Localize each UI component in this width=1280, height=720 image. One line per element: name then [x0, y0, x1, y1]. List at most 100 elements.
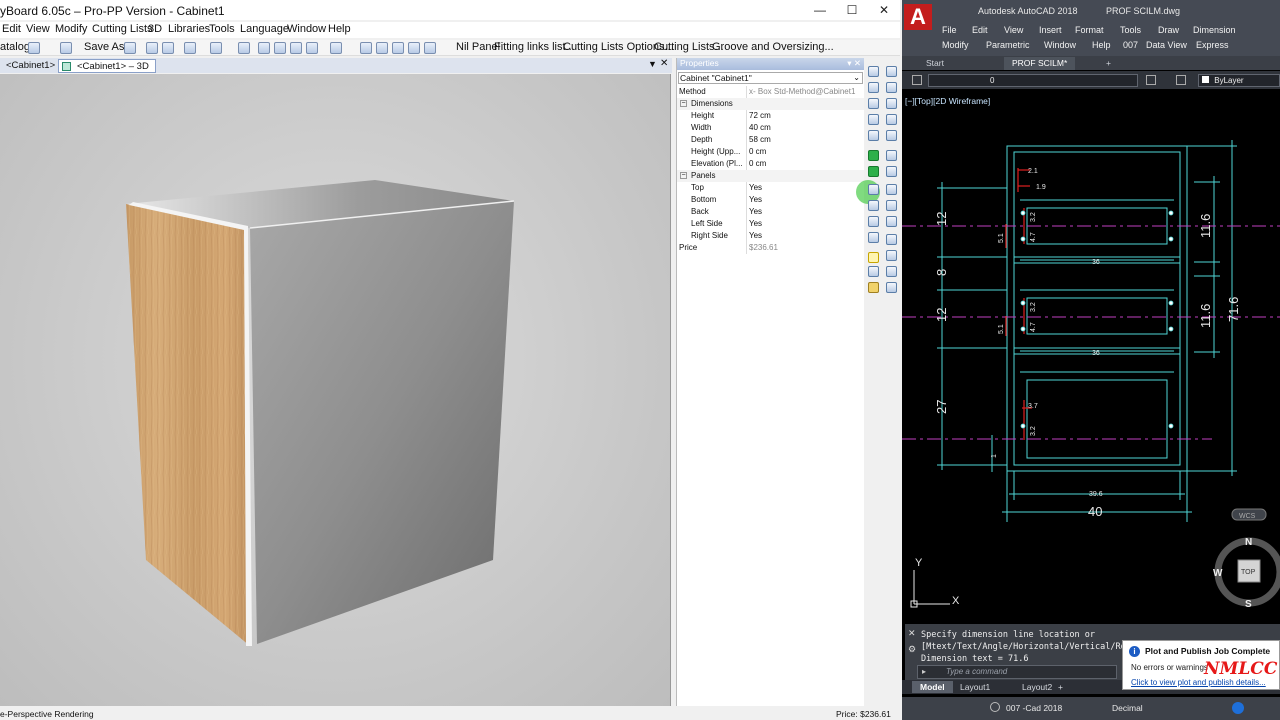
menu-draw[interactable]: Draw: [1158, 25, 1179, 35]
menu-dimension[interactable]: Dimension: [1193, 25, 1236, 35]
properties-controls[interactable]: ▾ ✕: [847, 58, 861, 69]
pan-hand-icon[interactable]: [424, 42, 436, 54]
panel-tool-icon[interactable]: [868, 82, 879, 93]
green-panel-icon[interactable]: [868, 166, 879, 177]
panel-tool-icon[interactable]: [886, 216, 897, 227]
property-row-left-side[interactable]: Left Side Yes: [677, 218, 864, 230]
maximize-button[interactable]: ☐: [836, 0, 868, 20]
status-units[interactable]: Decimal: [1112, 703, 1143, 713]
viewport-label[interactable]: [−][Top][2D Wireframe]: [905, 96, 990, 106]
property-row-height-upper[interactable]: Height (Upp... 0 cm: [677, 146, 864, 158]
panel-tool-icon[interactable]: [886, 150, 897, 161]
save-icon[interactable]: [124, 42, 136, 54]
command-input[interactable]: ▸ Type a command: [917, 665, 1117, 679]
groove-oversizing-button[interactable]: Groove and Oversizing...: [712, 41, 834, 53]
panel-tool-icon[interactable]: [886, 184, 897, 195]
menu-edit[interactable]: Edit: [972, 25, 988, 35]
property-row-depth[interactable]: Depth 58 cm: [677, 134, 864, 146]
panel-tool-icon[interactable]: [886, 66, 897, 77]
menu-window[interactable]: Window: [1044, 40, 1076, 50]
menu-view[interactable]: View: [1004, 25, 1023, 35]
menu-view[interactable]: View: [26, 23, 50, 35]
panel-tool-icon[interactable]: [868, 184, 879, 195]
property-row-method[interactable]: Method x- Box Std-Method@Cabinet1: [677, 86, 864, 98]
menu-file[interactable]: File: [942, 25, 957, 35]
undo-icon[interactable]: [184, 42, 196, 54]
status-scale[interactable]: 007 -Cad 2018: [1006, 703, 1062, 713]
wrench-icon[interactable]: ⚙: [908, 644, 916, 655]
panel-tool-icon[interactable]: [886, 130, 897, 141]
property-row-width[interactable]: Width 40 cm: [677, 122, 864, 134]
property-row-right-side[interactable]: Right Side Yes: [677, 230, 864, 242]
tab-dropdown-icon[interactable]: ▼: [648, 59, 657, 69]
panel-tool-icon[interactable]: [868, 66, 879, 77]
tab-layout1[interactable]: Layout1: [952, 681, 998, 693]
property-row-elevation[interactable]: Elevation (Pl... 0 cm: [677, 158, 864, 170]
info-icon[interactable]: [330, 42, 342, 54]
drawing-area[interactable]: 12 8 12 27 11.6 11.6 71.6 40 36 36 39.6 …: [902, 90, 1280, 620]
print-icon[interactable]: [146, 42, 158, 54]
collapse-icon[interactable]: −: [680, 100, 687, 107]
autocad-logo[interactable]: A: [904, 4, 932, 30]
cabinet-icon[interactable]: [290, 42, 302, 54]
panel-tool-icon[interactable]: [886, 166, 897, 177]
material-icon[interactable]: [868, 282, 879, 293]
menu-libraries[interactable]: Libraries: [168, 23, 210, 35]
panel-tool-icon[interactable]: [886, 200, 897, 211]
property-row-price[interactable]: Price $236.61: [677, 242, 864, 254]
menu-insert[interactable]: Insert: [1039, 25, 1062, 35]
menu-help[interactable]: Help: [1092, 40, 1111, 50]
green-panel-icon[interactable]: [868, 150, 879, 161]
menu-window[interactable]: Window: [287, 23, 326, 35]
cube-green-icon[interactable]: [258, 42, 270, 54]
panel-tool-icon[interactable]: [868, 130, 879, 141]
menu-express[interactable]: Express: [1196, 40, 1229, 50]
tab-add-icon[interactable]: +: [1098, 57, 1119, 70]
zoom-extents-icon[interactable]: [392, 42, 404, 54]
menu-tools[interactable]: Tools: [1120, 25, 1141, 35]
object-selector[interactable]: Cabinet "Cabinet1" ⌄: [678, 72, 863, 84]
light-bulb-icon[interactable]: [868, 252, 879, 263]
panel-tool-icon[interactable]: [886, 114, 897, 125]
panel-tool-icon[interactable]: [886, 250, 897, 261]
make-current-icon[interactable]: [1146, 75, 1156, 85]
cube-icon[interactable]: [274, 42, 286, 54]
tab-cabinet1[interactable]: <Cabinet1>: [0, 59, 61, 73]
isolate-icon[interactable]: [1232, 702, 1244, 714]
grid-icon[interactable]: [306, 42, 318, 54]
layer-properties-icon[interactable]: [912, 75, 922, 85]
panel-tool-icon[interactable]: [886, 266, 897, 277]
tab-start[interactable]: Start: [918, 57, 952, 70]
panel-tool-icon[interactable]: [886, 234, 897, 245]
open-folder-icon[interactable]: [60, 42, 72, 54]
tab-close-icon[interactable]: ✕: [660, 58, 668, 69]
panel-tool-icon[interactable]: [886, 98, 897, 109]
tab-cabinet1-3d[interactable]: <Cabinet1> – 3D: [58, 59, 156, 73]
property-row-back[interactable]: Back Yes: [677, 206, 864, 218]
notification-link[interactable]: Click to view plot and publish details..…: [1131, 678, 1266, 687]
menu-language[interactable]: Language: [240, 23, 289, 35]
gear-icon[interactable]: [990, 702, 1000, 712]
panel-tool-icon[interactable]: [886, 82, 897, 93]
close-button[interactable]: ✕: [868, 0, 900, 20]
property-row-height[interactable]: Height 72 cm: [677, 110, 864, 122]
panel-tool-icon[interactable]: [868, 200, 879, 211]
collapse-icon[interactable]: −: [680, 172, 687, 179]
menu-modify[interactable]: Modify: [55, 23, 87, 35]
menu-007[interactable]: 007: [1123, 40, 1138, 50]
color-dropdown[interactable]: ByLayer: [1198, 74, 1280, 87]
add-layout-icon[interactable]: +: [1050, 681, 1071, 693]
cabinet-2d-drawing[interactable]: 12 8 12 27 11.6 11.6 71.6 40 36 36 39.6 …: [902, 90, 1280, 620]
panel-tool-icon[interactable]: [868, 98, 879, 109]
tab-model[interactable]: Model: [912, 681, 953, 693]
menu-format[interactable]: Format: [1075, 25, 1104, 35]
close-icon[interactable]: ✕: [908, 628, 916, 639]
menu-cutting-lists[interactable]: Cutting Lists: [92, 23, 153, 35]
zoom-in-icon[interactable]: [360, 42, 372, 54]
minimize-button[interactable]: —: [804, 0, 836, 20]
property-row-bottom[interactable]: Bottom Yes: [677, 194, 864, 206]
panel-tool-icon[interactable]: [868, 266, 879, 277]
tab-prof-scilm[interactable]: PROF SCILM*: [1004, 57, 1076, 70]
print-preview-icon[interactable]: [162, 42, 174, 54]
menu-help[interactable]: Help: [328, 23, 351, 35]
